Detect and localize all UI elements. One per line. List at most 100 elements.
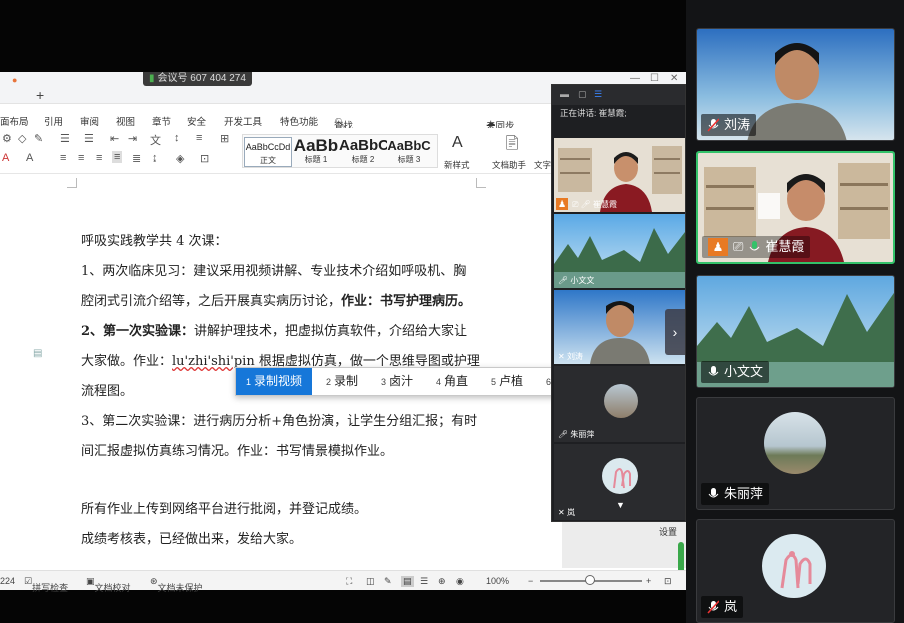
doc-line: 1、两次临床见习：建议采用视频讲解、专业技术介绍如呼吸机、胸 xyxy=(81,264,467,279)
line-spacing-icon[interactable]: ≡ xyxy=(196,132,202,144)
mic-muted-icon xyxy=(707,117,720,132)
unsaved-dot-icon: ● xyxy=(12,75,18,85)
char-shading-icon[interactable]: A xyxy=(26,152,33,164)
font-color-icon[interactable]: A xyxy=(2,152,9,164)
write-mode-icon[interactable]: ✎ xyxy=(384,576,392,587)
paragraph-spacing-icon[interactable]: ↨ xyxy=(152,152,158,164)
spell-check-button[interactable]: ☑ 拼写检查 xyxy=(24,576,68,593)
read-mode-icon[interactable]: ◫ xyxy=(366,576,375,587)
video-tile[interactable]: ♟ ⎚ 🎤︎ 崔慧霞 xyxy=(554,138,685,212)
tab-section[interactable]: 章节 xyxy=(152,114,171,128)
tab-features[interactable]: 特色功能 xyxy=(280,114,318,128)
highlight-icon[interactable]: ✎ xyxy=(34,132,43,145)
panel-header: ▬ ▢ ☰ xyxy=(552,85,685,105)
doc-helper-icon[interactable]: 📄︎ xyxy=(503,134,521,151)
sort-icon[interactable]: ↕ xyxy=(174,132,180,144)
fullscreen-icon[interactable]: ⛶ xyxy=(346,576,352,587)
zoom-slider-thumb[interactable] xyxy=(585,575,595,585)
meeting-id-badge[interactable]: ▮ 会议号 607 404 274 xyxy=(143,72,252,86)
tab-references[interactable]: 引用 xyxy=(44,114,63,128)
distributed-icon[interactable]: ≣ xyxy=(132,152,141,165)
ime-candidate-5[interactable]: 5 卢植 xyxy=(491,368,523,395)
style-heading-1[interactable]: AaBb 标题 1 xyxy=(292,137,340,167)
bullet-list-icon[interactable]: ☰ xyxy=(60,132,70,145)
host-icon: ♟ xyxy=(708,238,728,256)
scroll-down-icon[interactable]: ▼ xyxy=(616,500,625,510)
window-mode-icon[interactable]: ▢ xyxy=(578,89,587,100)
ime-candidate-4[interactable]: 4 角直 xyxy=(436,368,468,395)
protect-status[interactable]: ⊛ 文档未保护 xyxy=(150,576,203,593)
video-tile[interactable]: 🎤︎ 朱丽萍 xyxy=(554,366,685,442)
gallery-tile[interactable]: 小文文 xyxy=(696,275,895,388)
gallery-tile-active-speaker[interactable]: ♟ ⎚ 崔慧霞 xyxy=(696,151,895,264)
next-page-button[interactable]: › xyxy=(665,309,685,355)
border-icon[interactable]: ⊡ xyxy=(200,152,209,165)
ime-candidate-3[interactable]: 3 卤汁 xyxy=(381,368,413,395)
paragraph-marker-icon[interactable]: ▤ xyxy=(33,348,42,359)
margin-corner xyxy=(67,178,77,188)
mic-muted-icon xyxy=(707,599,720,614)
zoom-level[interactable]: 100% xyxy=(486,576,509,586)
ime-candidate-1[interactable]: 1 录制视频 xyxy=(236,368,313,395)
doc-line: 所有作业上传到网络平台进行批阅，并登记成绩。 xyxy=(81,502,368,517)
zoom-out-button[interactable]: − xyxy=(528,576,533,586)
video-tile[interactable]: 🎤︎ 小文文 xyxy=(554,214,685,288)
text-tool-button[interactable]: 文字 xyxy=(534,159,551,171)
fit-window-icon[interactable]: ⊡ xyxy=(664,576,672,587)
maximize-button[interactable]: ☐ xyxy=(650,73,659,84)
style-heading-3[interactable]: AaBbC 标题 3 xyxy=(385,137,433,167)
style-heading-2[interactable]: AaBbC 标题 2 xyxy=(339,137,387,167)
settings-label[interactable]: 设置 xyxy=(659,525,677,538)
minimize-button[interactable]: — xyxy=(630,73,640,84)
new-style-icon[interactable]: A xyxy=(452,134,463,152)
new-tab-button[interactable]: + xyxy=(36,87,44,103)
tab-page-layout[interactable]: 面布局 xyxy=(0,114,29,128)
align-right-icon[interactable]: ≡ xyxy=(96,152,102,164)
chinese-layout-icon[interactable]: 文 xyxy=(150,132,161,148)
gallery-tile[interactable]: 岚 xyxy=(696,519,895,623)
outline-view-icon[interactable]: ☰ xyxy=(420,576,428,587)
tab-view[interactable]: 视图 xyxy=(116,114,135,128)
eye-protection-icon[interactable]: ◉ xyxy=(456,576,464,587)
speaking-indicator: 正在讲话: 崔慧霞; xyxy=(560,108,627,118)
doc-line: 2、第一次实验课：讲解护理技术，把虚拟仿真软件，介绍给大家让 xyxy=(81,324,468,339)
screen-share-icon: ⎚ xyxy=(733,239,744,254)
gallery-tile[interactable]: 刘涛 xyxy=(696,28,895,141)
participant-name-label: 刘涛 xyxy=(701,114,757,136)
list-view-icon[interactable]: ☰ xyxy=(594,89,602,100)
align-left-icon[interactable]: ≡ xyxy=(60,152,66,164)
tab-review[interactable]: 审阅 xyxy=(80,114,99,128)
zoom-in-button[interactable]: + xyxy=(646,576,651,586)
eraser-icon[interactable]: ◇ xyxy=(18,132,26,145)
avatar xyxy=(764,412,826,474)
avatar xyxy=(604,384,638,418)
style-normal[interactable]: AaBbCcDd 正文 xyxy=(244,137,292,167)
new-style-button[interactable]: 新样式 xyxy=(444,159,470,171)
proofread-button[interactable]: ▣ 文档校对 xyxy=(86,576,131,593)
doc-line: 流程图。 xyxy=(81,384,134,399)
participant-name: ⎚ 🎤︎ 崔慧霞 xyxy=(572,200,618,209)
shading-icon[interactable]: ◈ xyxy=(176,152,184,165)
video-gallery: 刘涛 ♟ ⎚ 崔慧霞 小文文 朱丽萍 岚 xyxy=(686,0,904,623)
table-icon[interactable]: ⊞ xyxy=(220,132,229,145)
floating-video-panel: ▬ ▢ ☰ 正在讲话: 崔慧霞; ♟ ⎚ 🎤︎ 崔慧霞 🎤︎ 小文文 ✕ 刘涛 … xyxy=(551,84,686,522)
format-painter-icon[interactable]: ⚙ xyxy=(2,132,12,145)
style-gallery: AaBbCcDd 正文 AaBb 标题 1 AaBbC 标题 2 AaBbC 标… xyxy=(242,134,438,168)
avatar xyxy=(602,458,638,494)
page-view-icon[interactable]: ▤ xyxy=(401,576,414,587)
video-tile[interactable]: ▼ ✕ 岚 xyxy=(554,444,685,520)
decrease-indent-icon[interactable]: ⇤ xyxy=(110,132,119,145)
gallery-tile[interactable]: 朱丽萍 xyxy=(696,397,895,510)
tab-developer[interactable]: 开发工具 xyxy=(224,114,262,128)
minimize-panel-icon[interactable]: ▬ xyxy=(560,89,569,99)
screen: { "meeting": { "id_text": "会议号 607 404 2… xyxy=(0,0,904,623)
align-center-icon[interactable]: ≡ xyxy=(78,152,84,164)
justify-icon[interactable]: ≡ xyxy=(112,151,123,163)
web-view-icon[interactable]: ⊕ xyxy=(438,576,446,587)
close-button[interactable]: ✕ xyxy=(670,73,678,84)
numbered-list-icon[interactable]: ☰ xyxy=(84,132,94,145)
doc-helper-button[interactable]: 文档助手 xyxy=(492,159,526,171)
tab-security[interactable]: 安全 xyxy=(187,114,206,128)
increase-indent-icon[interactable]: ⇥ xyxy=(128,132,137,145)
ime-candidate-2[interactable]: 2 录制 xyxy=(326,368,358,395)
